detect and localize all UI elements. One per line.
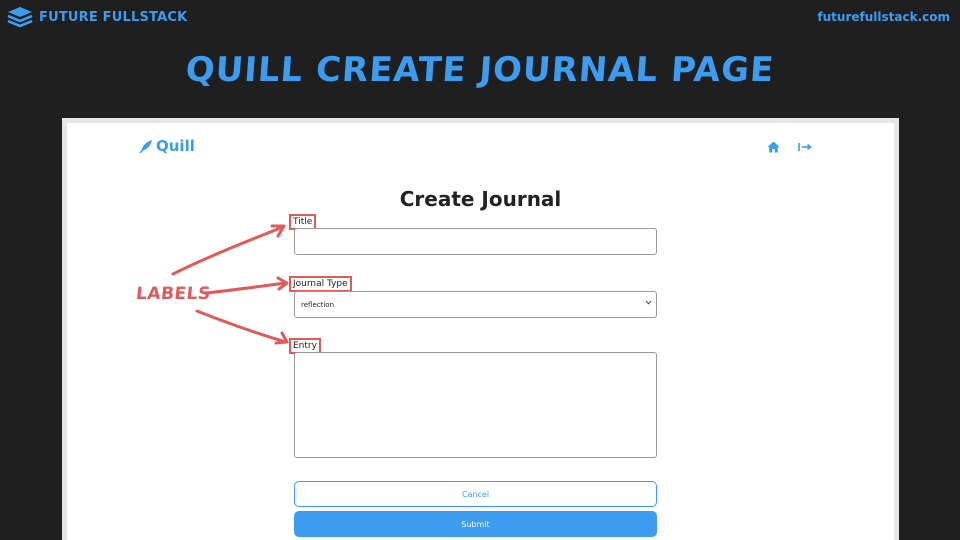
entry-textarea[interactable] <box>294 352 657 458</box>
brand-name: FUTURE FULLSTACK <box>39 9 188 25</box>
logout-icon[interactable] <box>798 142 812 152</box>
app-logo-text: Quill <box>156 137 195 155</box>
submit-button[interactable]: Submit <box>294 511 657 537</box>
brand: FUTURE FULLSTACK <box>7 6 187 28</box>
title-input[interactable] <box>294 228 657 255</box>
chevron-down-icon <box>645 300 652 305</box>
layers-icon <box>7 7 33 28</box>
app-logo[interactable]: Quill <box>139 137 195 155</box>
home-icon[interactable] <box>767 141 780 153</box>
labels-annotation: LABELS <box>134 284 212 304</box>
form-heading: Create Journal <box>399 187 562 211</box>
slide-title: QUILL CREATE JOURNAL PAGE <box>184 50 776 90</box>
site-url[interactable]: futurefullstack.com <box>817 10 950 24</box>
journal-type-value: reflection <box>301 300 335 309</box>
app-nav <box>767 141 812 153</box>
cancel-button[interactable]: Cancel <box>294 481 657 507</box>
journal-type-label: Journal Type <box>289 276 352 292</box>
feather-icon <box>139 140 152 153</box>
app-screenshot: Quill Create Journal Title Journal Type … <box>62 118 899 540</box>
journal-type-select[interactable]: reflection <box>294 291 657 318</box>
